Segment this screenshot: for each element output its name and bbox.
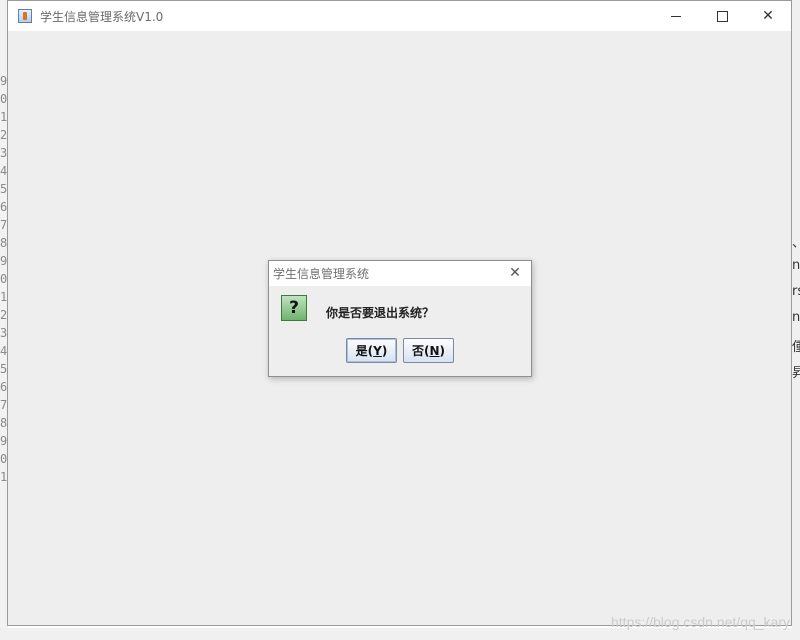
yes-button-paren-close: ): [381, 343, 388, 358]
background-right-fragment: 昇: [792, 366, 800, 381]
dialog-title: 学生信息管理系统: [273, 267, 370, 281]
maximize-button[interactable]: [699, 1, 745, 31]
yes-button-label: 是: [355, 344, 368, 358]
dialog-close-button[interactable]: ✕: [505, 263, 525, 283]
watermark: https://blog.csdn.net/qq_kary: [611, 614, 790, 630]
question-icon: ?: [281, 295, 307, 321]
close-button[interactable]: ✕: [745, 1, 791, 31]
window-title: 学生信息管理系统V1.0: [40, 9, 164, 24]
confirm-exit-dialog: 学生信息管理系统 ✕ ? 你是否要退出系统？ 是(Y) 否(N): [268, 260, 532, 377]
minimize-button[interactable]: [653, 1, 699, 31]
close-icon: ✕: [509, 265, 521, 281]
window-controls: ✕: [653, 1, 791, 31]
no-button-mnemonic: N: [429, 343, 440, 358]
yes-button-mnemonic: Y: [373, 343, 382, 358]
background-right-fragment: 偅: [792, 340, 800, 355]
dialog-message: 你是否要退出系统？: [326, 306, 435, 320]
no-button-paren-close: ): [439, 343, 446, 358]
background-right-fragment: 、: [792, 232, 800, 251]
background-right-fragment: rs: [792, 284, 800, 299]
main-titlebar[interactable]: 学生信息管理系统V1.0 ✕: [8, 1, 791, 31]
maximize-icon: [716, 10, 728, 22]
no-button-label: 否: [411, 344, 424, 358]
no-button[interactable]: 否(N): [403, 338, 454, 363]
background-right-fragment: n: [792, 310, 800, 325]
java-app-icon: [18, 9, 32, 23]
close-icon: ✕: [762, 8, 774, 24]
dialog-titlebar[interactable]: 学生信息管理系统 ✕: [269, 261, 531, 286]
yes-button[interactable]: 是(Y): [346, 338, 397, 363]
background-right-fragment: nF: [792, 258, 800, 273]
minimize-icon: [671, 15, 681, 17]
